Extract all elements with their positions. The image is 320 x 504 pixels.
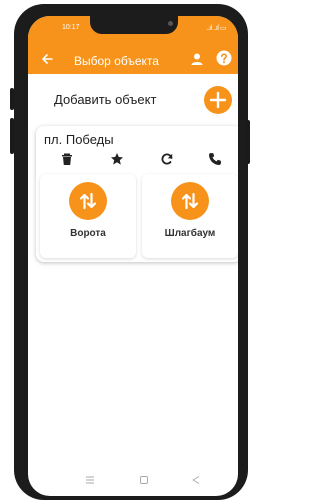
refresh-icon[interactable] xyxy=(160,152,174,166)
object-title: пл. Победы xyxy=(44,132,114,147)
object-card: пл. Победы Ворота Шлагбаум xyxy=(36,126,238,262)
add-object-label: Добавить объект xyxy=(54,92,157,107)
camera-notch xyxy=(90,16,178,34)
person-icon[interactable] xyxy=(190,52,204,66)
star-icon[interactable] xyxy=(110,152,124,166)
page-title: Выбор объекта xyxy=(74,54,159,68)
volume-up-button xyxy=(10,88,14,110)
camera-lens xyxy=(168,21,173,26)
menu-icon[interactable] xyxy=(84,474,96,486)
nav-back-icon[interactable] xyxy=(190,474,202,486)
home-icon[interactable] xyxy=(138,474,150,486)
phone-icon[interactable] xyxy=(208,152,222,166)
toggle-barrier-button[interactable] xyxy=(171,182,209,220)
status-time: 10:17 xyxy=(62,24,80,31)
back-arrow-icon[interactable] xyxy=(40,52,54,66)
help-icon[interactable] xyxy=(216,50,232,66)
status-indicators: ..ıl ..ıl ▭ xyxy=(206,25,226,32)
add-object-button[interactable] xyxy=(204,86,232,114)
power-button xyxy=(246,120,250,164)
device-label: Шлагбаум xyxy=(164,228,216,239)
toggle-gate-button[interactable] xyxy=(69,182,107,220)
swap-arrows-icon xyxy=(181,192,199,210)
device-tile[interactable]: Ворота xyxy=(40,174,136,258)
add-icon xyxy=(209,91,227,109)
app-screen: 10:17 ..ıl ..ıl ▭ Выбор объекта Добавить… xyxy=(28,16,238,496)
volume-down-button xyxy=(10,118,14,154)
trash-icon[interactable] xyxy=(60,152,74,166)
swap-arrows-icon xyxy=(79,192,97,210)
device-tile[interactable]: Шлагбаум xyxy=(142,174,238,258)
device-label: Ворота xyxy=(70,228,106,239)
